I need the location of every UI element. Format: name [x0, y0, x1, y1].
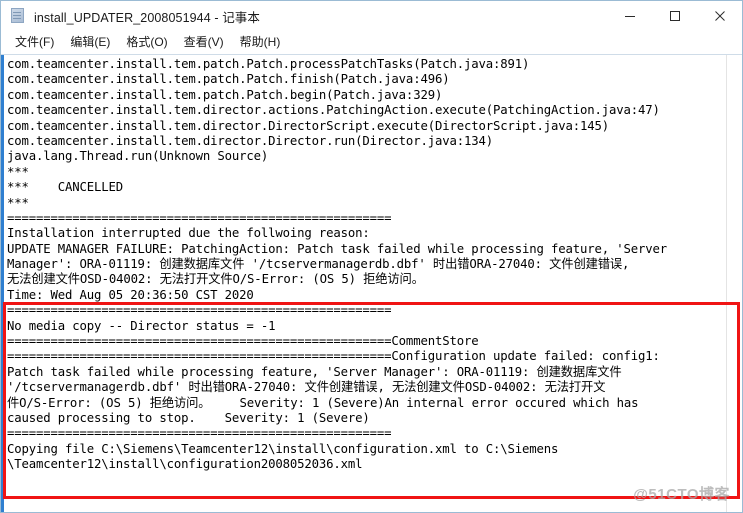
notepad-icon [10, 8, 26, 24]
log-line: com.teamcenter.install.tem.director.Dire… [7, 118, 610, 133]
log-line: java.lang.Thread.run(Unknown Source) [7, 149, 269, 164]
log-line: Patch task failed while processing featu… [7, 364, 622, 379]
log-line: Copying file C:\Siemens\Teamcenter12\ins… [7, 441, 559, 456]
log-text-content[interactable]: com.teamcenter.install.tem.patch.Patch.p… [7, 57, 726, 512]
log-line: ========================================… [7, 334, 479, 349]
log-line: com.teamcenter.install.tem.director.acti… [7, 103, 660, 118]
log-line: 件O/S-Error: (OS 5) 拒绝访问。 Severity: 1 (Se… [7, 395, 639, 410]
log-line: caused processing to stop. Severity: 1 (… [7, 410, 370, 425]
minimize-icon [624, 16, 635, 17]
log-line: Installation interrupted due the follwoi… [7, 226, 370, 241]
close-button[interactable] [697, 1, 742, 31]
menu-view[interactable]: 查看(V) [176, 31, 232, 53]
menu-help[interactable]: 帮助(H) [232, 31, 289, 53]
window-controls [607, 1, 742, 31]
maximize-button[interactable] [652, 1, 697, 31]
log-line: ========================================… [7, 303, 392, 318]
log-line: UPDATE MANAGER FAILURE: PatchingAction: … [7, 241, 668, 256]
maximize-icon [669, 11, 680, 21]
log-line: *** CANCELLED [7, 180, 124, 195]
menu-file[interactable]: 文件(F) [7, 31, 62, 53]
notepad-window: install_UPDATER_2008051944 - 记事本 文件(F) 编… [0, 0, 743, 513]
menu-format[interactable]: 格式(O) [118, 31, 175, 53]
window-title: install_UPDATER_2008051944 - 记事本 [34, 10, 260, 25]
log-line: com.teamcenter.install.tem.director.Dire… [7, 133, 493, 148]
watermark: @51CTO博客 [633, 486, 730, 503]
menu-edit[interactable]: 编辑(E) [62, 31, 118, 53]
log-line: *** [7, 164, 29, 179]
close-icon [714, 11, 725, 21]
log-line: ========================================… [7, 210, 392, 225]
vertical-scrollbar[interactable] [726, 55, 742, 512]
log-line: '/tcservermanagerdb.dbf' 时出错ORA-27040: 文… [7, 380, 606, 395]
log-line: com.teamcenter.install.tem.patch.Patch.f… [7, 72, 450, 87]
title-bar[interactable]: install_UPDATER_2008051944 - 记事本 [1, 1, 742, 31]
log-line: ========================================… [7, 349, 660, 364]
log-line: \Teamcenter12\install\configuration20080… [7, 457, 363, 472]
log-line: *** [7, 195, 29, 210]
minimize-button[interactable] [607, 1, 652, 31]
log-line: 无法创建文件OSD-04002: 无法打开文件O/S-Error: (OS 5)… [7, 272, 424, 287]
text-editor-area[interactable]: com.teamcenter.install.tem.patch.Patch.p… [1, 54, 742, 512]
log-line: com.teamcenter.install.tem.patch.Patch.b… [7, 87, 443, 102]
log-line: com.teamcenter.install.tem.patch.Patch.p… [7, 57, 530, 71]
left-margin-indicator [1, 55, 4, 512]
log-line: No media copy -- Director status = -1 [7, 318, 276, 333]
log-line: ========================================… [7, 426, 392, 441]
log-line: Time: Wed Aug 05 20:36:50 CST 2020 [7, 287, 254, 302]
log-line: Manager': ORA-01119: 创建数据库文件 '/tcserverm… [7, 257, 630, 272]
menu-bar: 文件(F) 编辑(E) 格式(O) 查看(V) 帮助(H) [1, 31, 742, 53]
